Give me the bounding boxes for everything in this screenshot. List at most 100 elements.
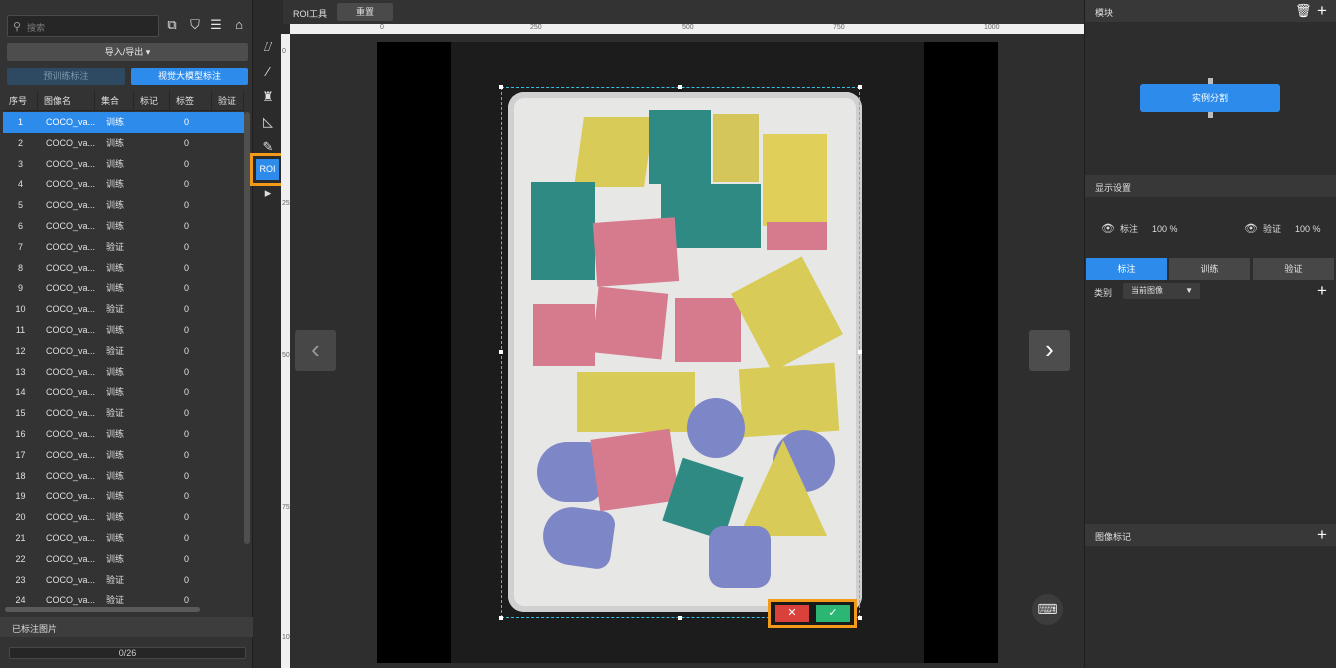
magic-wand-icon[interactable]: ⁄ (257, 61, 279, 83)
col-set[interactable]: 集合 (95, 91, 134, 111)
label-visibility[interactable]: 👁 标注 100 % (1101, 222, 1178, 235)
instance-segmentation-node[interactable]: 实例分割 (1140, 84, 1280, 112)
roi-confirm-button[interactable]: ✓ (816, 605, 850, 622)
row-set: 训练 (106, 387, 125, 398)
col-index[interactable]: 序号 (3, 91, 38, 111)
row-index: 15 (15, 408, 26, 419)
add-module-icon[interactable]: + (1317, 2, 1327, 20)
row-index: 8 (17, 262, 23, 273)
roi-handle-br[interactable] (858, 616, 862, 620)
table-row[interactable]: 9 COCO_va... 训练 0 (3, 278, 244, 299)
roi-handle-bl[interactable] (499, 616, 503, 620)
reset-button[interactable]: 重置 (337, 3, 393, 21)
table-row[interactable]: 16 COCO_va... 训练 0 (3, 424, 244, 445)
verify-visibility[interactable]: 👁 验证 100 % (1244, 222, 1321, 235)
camera-icon[interactable]: ⌂ (230, 16, 248, 34)
table-row[interactable]: 24 COCO_va... 验证 0 (3, 590, 244, 606)
add-image-mark-icon[interactable]: + (1317, 526, 1327, 544)
table-row[interactable]: 17 COCO_va... 训练 0 (3, 445, 244, 466)
table-row[interactable]: 23 COCO_va... 验证 0 (3, 570, 244, 591)
tab-label[interactable]: 标注 (1086, 258, 1167, 280)
category-select[interactable]: 当前图像 ▼ (1123, 283, 1200, 299)
roi-handle-bottom[interactable] (678, 616, 682, 620)
row-image-name: COCO_va... (46, 304, 95, 315)
polygon-tool-icon[interactable]: ⌰ (257, 36, 279, 58)
table-row[interactable]: 13 COCO_va... 训练 0 (3, 362, 244, 383)
vlm-label-button[interactable]: 视觉大模型标注 (131, 68, 248, 85)
table-row[interactable]: 6 COCO_va... 训练 0 (3, 216, 244, 237)
ruler-tick: 1000 (984, 24, 1000, 31)
row-mark (134, 299, 170, 320)
row-label: 0 (184, 387, 190, 398)
roi-handle-top[interactable] (678, 85, 682, 89)
eye-icon[interactable]: 👁 (1244, 223, 1258, 235)
table-row[interactable]: 21 COCO_va... 训练 0 (3, 528, 244, 549)
table-row[interactable]: 5 COCO_va... 训练 0 (3, 195, 244, 216)
table-row[interactable]: 15 COCO_va... 验证 0 (3, 403, 244, 424)
trash-icon[interactable]: 🗑 (1295, 2, 1312, 20)
row-set: 训练 (106, 512, 125, 523)
roi-handle-left[interactable] (499, 350, 503, 354)
list-horizontal-scrollbar[interactable] (5, 607, 200, 612)
row-mark (134, 590, 170, 606)
col-label[interactable]: 标签 (170, 91, 212, 111)
roi-rectangle[interactable] (499, 85, 862, 620)
pretrain-label-button[interactable]: 预训练标注 (7, 68, 125, 85)
col-image-name[interactable]: 图像名 (38, 91, 95, 111)
table-row[interactable]: 3 COCO_va... 训练 0 (3, 154, 244, 175)
image-filter-icon[interactable]: ⧉ (163, 16, 181, 34)
table-row[interactable]: 10 COCO_va... 验证 0 (3, 299, 244, 320)
previous-image-button[interactable]: ‹ (295, 330, 336, 371)
stamp-tool-icon[interactable]: ♜ (257, 86, 279, 108)
import-export-button[interactable]: 导入/导出 ▾ (7, 43, 248, 61)
chevron-left-icon: ‹ (311, 334, 320, 364)
table-row[interactable]: 18 COCO_va... 训练 0 (3, 466, 244, 487)
roi-tool-button[interactable]: ROI (250, 153, 285, 186)
search-placeholder: 搜索 (27, 23, 46, 33)
row-label: 0 (184, 366, 190, 377)
list-view-icon[interactable]: ☰ (207, 16, 225, 34)
roi-handle-right[interactable] (858, 350, 862, 354)
roi-handle-tl[interactable] (499, 85, 503, 89)
table-row[interactable]: 2 COCO_va... 训练 0 (3, 133, 244, 154)
table-row[interactable]: 22 COCO_va... 训练 0 (3, 549, 244, 570)
table-row[interactable]: 20 COCO_va... 训练 0 (3, 507, 244, 528)
row-index: 6 (17, 220, 23, 231)
table-row[interactable]: 1 COCO_va... 训练 0 (3, 112, 244, 133)
row-mark (134, 382, 170, 403)
filter-icon[interactable]: ⛉ (186, 16, 204, 34)
trapezoid-tool-icon[interactable]: ◺ (257, 111, 279, 133)
image-mark-header: 图像标记 + (1085, 524, 1336, 546)
category-label: 类别 (1094, 288, 1113, 298)
keyboard-shortcuts-button[interactable]: ⌨ (1032, 594, 1063, 625)
col-mark[interactable]: 标记 (134, 91, 170, 111)
table-row[interactable]: 4 COCO_va... 训练 0 (3, 174, 244, 195)
table-row[interactable]: 7 COCO_va... 验证 0 (3, 237, 244, 258)
roi-cancel-button[interactable]: ✕ (775, 605, 809, 622)
row-image-name: COCO_va... (46, 491, 95, 502)
eye-icon[interactable]: 👁 (1101, 223, 1115, 235)
table-row[interactable]: 19 COCO_va... 训练 0 (3, 486, 244, 507)
col-verify[interactable]: 验证 (212, 91, 244, 111)
row-label: 0 (184, 470, 190, 481)
next-image-button[interactable]: › (1029, 330, 1070, 371)
table-row[interactable]: 14 COCO_va... 训练 0 (3, 382, 244, 403)
display-settings-title: 显示设置 (1095, 183, 1132, 193)
tab-train[interactable]: 训练 (1169, 258, 1250, 280)
row-index: 10 (15, 304, 26, 315)
table-row[interactable]: 8 COCO_va... 训练 0 (3, 258, 244, 279)
row-set: 训练 (106, 117, 125, 127)
row-index: 13 (15, 366, 26, 377)
search-input[interactable]: ⚲ 搜索 (7, 15, 159, 37)
table-row[interactable]: 12 COCO_va... 验证 0 (3, 341, 244, 362)
row-label: 0 (184, 595, 190, 606)
tab-verify[interactable]: 验证 (1253, 258, 1334, 280)
row-index: 7 (17, 241, 23, 252)
roi-handle-tr[interactable] (858, 85, 862, 89)
ruler-tick: 250 (530, 24, 542, 31)
row-label: 0 (184, 220, 190, 231)
table-row[interactable]: 11 COCO_va... 训练 0 (3, 320, 244, 341)
node-output-port (1208, 112, 1213, 118)
check-icon: ✓ (828, 607, 838, 619)
add-category-icon[interactable]: + (1317, 282, 1327, 300)
